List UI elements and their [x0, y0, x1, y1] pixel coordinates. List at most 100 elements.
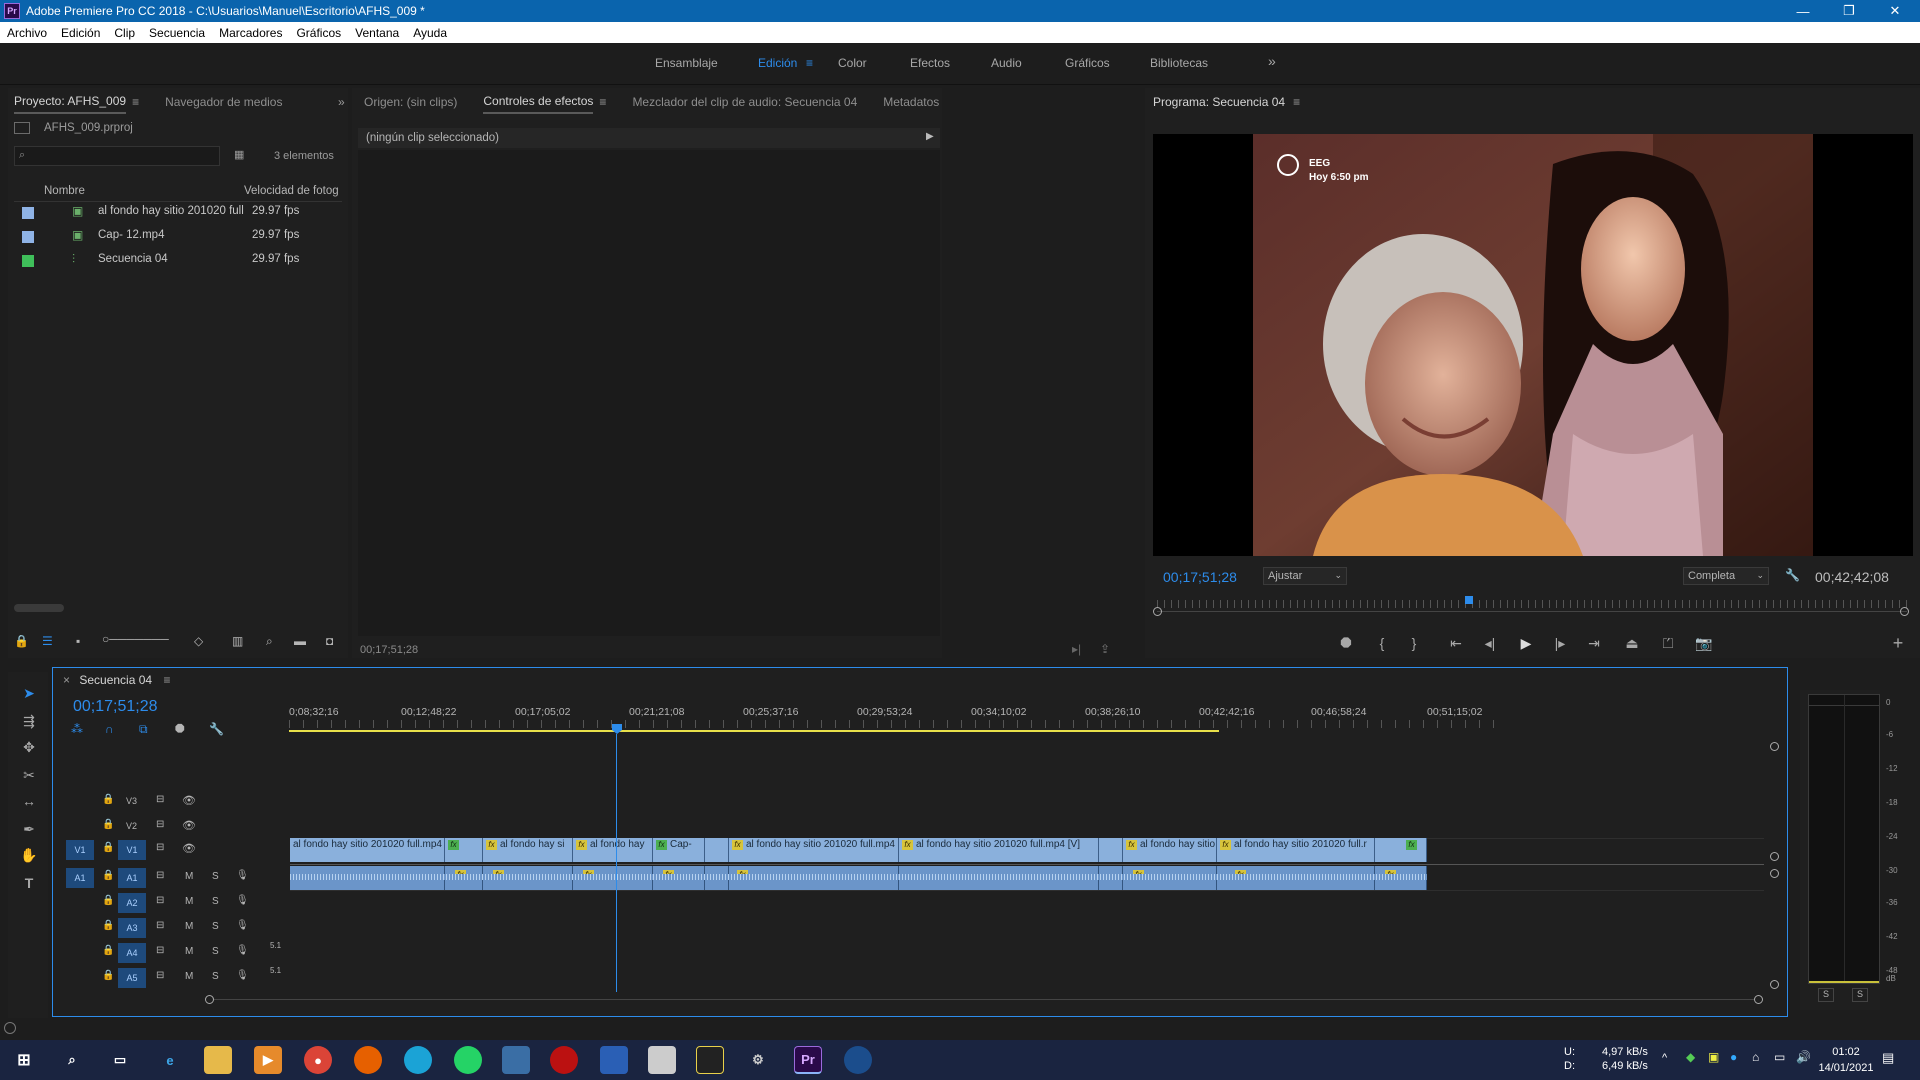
panel-more-icon[interactable]: » [338, 95, 345, 109]
video-clip[interactable]: al fondo hay sitio 201020 full.mp4 [V] [290, 838, 445, 862]
mark-out-icon[interactable]: } [1403, 632, 1425, 654]
volume-icon[interactable]: 🔊 [1796, 1050, 1811, 1064]
menu-archivo[interactable]: Archivo [0, 26, 54, 40]
tab-media-browser[interactable]: Navegador de medios [165, 91, 282, 113]
search-icon[interactable]: ⌕ [58, 1046, 86, 1074]
solo-left-button[interactable]: S [1818, 988, 1834, 1002]
sync-lock-icon[interactable]: ⊟ [156, 895, 164, 906]
h-scrollbar[interactable] [214, 999, 1754, 1000]
razor-tool-icon[interactable]: ✂ [18, 764, 40, 786]
menu-clip[interactable]: Clip [107, 26, 142, 40]
hand-tool-icon[interactable]: ✋ [18, 844, 40, 866]
media-player-icon[interactable]: ▶ [254, 1046, 282, 1074]
zoom-handle-left[interactable] [1153, 607, 1162, 616]
eye-icon[interactable]: 👁 [182, 794, 196, 807]
tab-effect-controls[interactable]: Controles de efectos [483, 90, 594, 114]
program-menu-icon[interactable]: ≡ [1293, 95, 1300, 109]
solo-right-button[interactable]: S [1852, 988, 1868, 1002]
app-icon[interactable] [600, 1046, 628, 1074]
video-clip[interactable]: fx [445, 838, 483, 862]
project-search-input[interactable]: ⌕ [14, 146, 220, 166]
v-scroll-handle-top[interactable] [1770, 742, 1779, 751]
play-icon[interactable]: ▶ [1515, 632, 1537, 654]
lock-icon[interactable]: 🔒 [102, 970, 114, 981]
automate-icon[interactable]: ▥ [232, 634, 243, 648]
list-item[interactable]: ▣ al fondo hay sitio 201020 full 29.97 f… [14, 200, 334, 224]
workspace-edicion[interactable]: Edición [758, 56, 797, 70]
h-scroll-handle-right[interactable] [1754, 995, 1763, 1004]
app-icon[interactable] [502, 1046, 530, 1074]
workspace-ensamblaje[interactable]: Ensamblaje [655, 56, 718, 70]
app-icon[interactable] [550, 1046, 578, 1074]
zoom-handle-right[interactable] [1900, 607, 1909, 616]
quality-dropdown[interactable]: Completa ⌄ [1683, 567, 1769, 585]
extract-icon[interactable]: ⏍ [1657, 632, 1679, 654]
go-to-in-icon[interactable]: ⇤ [1445, 632, 1467, 654]
a-scroll-handle-top[interactable] [1770, 869, 1779, 878]
tab-audio-mixer[interactable]: Mezclador del clip de audio: Secuencia 0… [632, 91, 857, 113]
eye-icon[interactable]: 👁 [182, 819, 196, 832]
sync-lock-icon[interactable]: ⊟ [156, 920, 164, 931]
mute-button[interactable]: M [185, 896, 193, 907]
video-clip[interactable]: fx al fondo hay sitio 201020 full.r [1217, 838, 1375, 862]
video-clip[interactable]: fx al fondo hay sitio [1123, 838, 1217, 862]
go-to-out-icon[interactable]: ⇥ [1583, 632, 1605, 654]
workspace-menu-icon[interactable]: ≡ [806, 56, 813, 70]
step-back-icon[interactable]: ◂| [1479, 632, 1501, 654]
task-view-icon[interactable]: ▭ [106, 1046, 134, 1074]
lock-icon[interactable]: 🔒 [102, 870, 114, 881]
menu-edicion[interactable]: Edición [54, 26, 107, 40]
settings-wrench-icon[interactable]: 🔧 [1785, 568, 1800, 582]
lock-icon[interactable]: 🔒 [102, 842, 114, 853]
add-marker-icon[interactable]: ⯃ [175, 722, 185, 737]
zoom-slider[interactable]: ○─────── [102, 632, 169, 646]
v-scroll-handle-mid[interactable] [1770, 852, 1779, 861]
lock-icon[interactable]: 🔒 [102, 945, 114, 956]
lock-icon[interactable]: 🔒 [102, 819, 114, 830]
timeline-playhead-line[interactable] [616, 734, 617, 992]
horizontal-scrollbar[interactable] [14, 604, 64, 612]
sync-lock-icon[interactable]: ⊟ [156, 819, 164, 830]
timeline-menu-icon[interactable]: ≡ [163, 673, 170, 687]
export-icon[interactable]: ⇪ [1100, 642, 1110, 656]
find-icon[interactable]: ⌕ [266, 634, 273, 649]
add-marker-icon[interactable]: ⯃ [1335, 632, 1357, 654]
fit-dropdown[interactable]: Ajustar ⌄ [1263, 567, 1347, 585]
track-name[interactable]: A5 [118, 968, 146, 988]
filter-icon[interactable]: ▸| [1072, 642, 1081, 656]
sort-icon[interactable]: ◇ [194, 634, 203, 648]
sync-lock-icon[interactable]: ⊟ [156, 842, 164, 853]
whatsapp-icon[interactable] [454, 1046, 482, 1074]
type-tool-icon[interactable]: T [18, 872, 40, 894]
edge-icon[interactable] [404, 1046, 432, 1074]
export-frame-icon[interactable]: 📷 [1693, 632, 1715, 654]
workspace-efectos[interactable]: Efectos [910, 56, 950, 70]
file-explorer-icon[interactable] [204, 1046, 232, 1074]
solo-button[interactable]: S [212, 971, 219, 982]
program-ruler[interactable] [1157, 600, 1907, 608]
clock-time[interactable]: 01:02 [1816, 1046, 1876, 1058]
microphone-icon[interactable]: 🎙 [236, 970, 249, 981]
close-tab-icon[interactable]: × [63, 673, 70, 687]
label-color-swatch[interactable] [22, 255, 34, 267]
new-bin-icon[interactable]: ▦ [234, 148, 244, 161]
source-patch-a1[interactable]: A1 [66, 868, 94, 888]
menu-secuencia[interactable]: Secuencia [142, 26, 212, 40]
track-name[interactable]: A4 [118, 943, 146, 963]
premiere-pro-taskbar-icon[interactable]: Pr [794, 1046, 822, 1074]
microphone-icon[interactable]: 🎙 [236, 945, 249, 956]
sync-lock-icon[interactable]: ⊟ [156, 945, 164, 956]
sync-lock-icon[interactable]: ⊟ [156, 870, 164, 881]
nest-icon[interactable]: ⁂ [71, 722, 83, 736]
video-clip[interactable] [1099, 838, 1123, 862]
tab-source[interactable]: Origen: (sin clips) [364, 91, 457, 113]
tray-app-icon[interactable]: ▣ [1708, 1050, 1719, 1064]
lift-icon[interactable]: ⏏ [1621, 632, 1643, 654]
video-clip[interactable]: fx al fondo hay sitio 201020 full.mp4 [V] [729, 838, 899, 862]
tab-metadata[interactable]: Metadatos [883, 91, 939, 113]
mute-button[interactable]: M [185, 871, 193, 882]
effects-menu-icon[interactable]: ≡ [599, 95, 606, 109]
pen-tool-icon[interactable]: ✒ [18, 818, 40, 840]
track-name[interactable]: A1 [118, 868, 146, 888]
label-color-swatch[interactable] [22, 207, 34, 219]
